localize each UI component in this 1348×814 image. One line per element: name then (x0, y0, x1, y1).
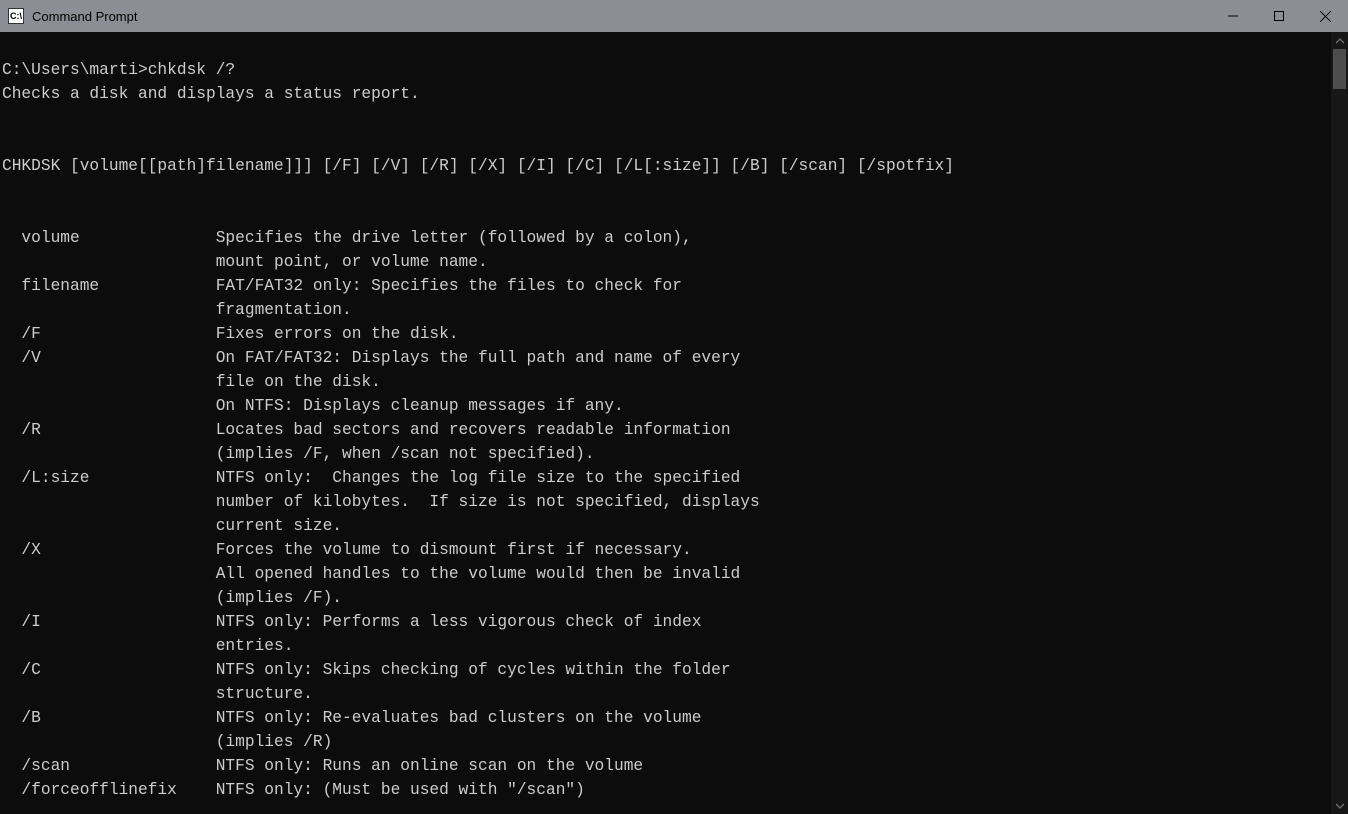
vertical-scrollbar[interactable] (1331, 32, 1348, 814)
scrollbar-track[interactable] (1331, 49, 1348, 797)
window-controls (1210, 0, 1348, 32)
scroll-down-icon[interactable] (1331, 797, 1348, 814)
maximize-button[interactable] (1256, 0, 1302, 32)
scroll-up-icon[interactable] (1331, 32, 1348, 49)
console-output[interactable]: C:\Users\marti>chkdsk /? Checks a disk a… (0, 32, 1331, 814)
window-title: Command Prompt (32, 9, 137, 24)
title-bar[interactable]: C:\ Command Prompt (0, 0, 1348, 32)
scrollbar-thumb[interactable] (1333, 49, 1346, 89)
minimize-button[interactable] (1210, 0, 1256, 32)
close-button[interactable] (1302, 0, 1348, 32)
console-body: C:\Users\marti>chkdsk /? Checks a disk a… (0, 32, 1348, 814)
app-icon: C:\ (8, 8, 24, 24)
